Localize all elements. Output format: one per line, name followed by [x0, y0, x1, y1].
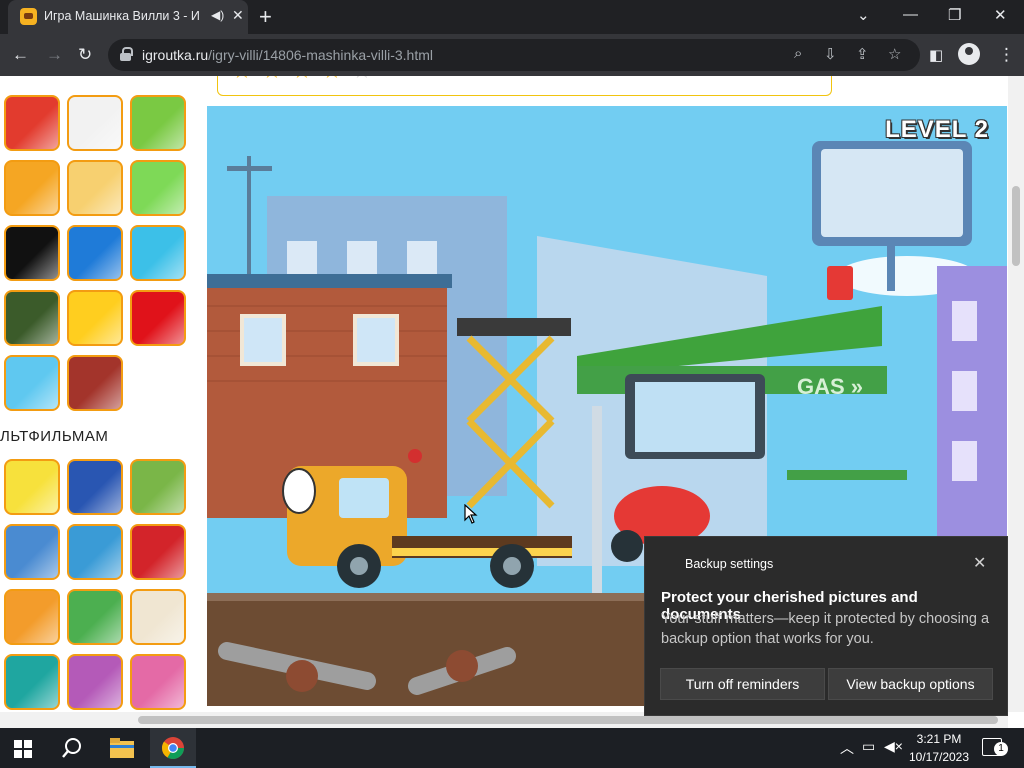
rating-star-icon[interactable]: ★	[232, 76, 252, 84]
turn-off-reminders-button[interactable]: Turn off reminders	[660, 668, 825, 700]
close-tab-icon[interactable]: ✕	[232, 7, 244, 24]
game-thumbnail-among-us[interactable]	[130, 290, 186, 346]
rating-star-icon[interactable]: ★	[352, 76, 372, 84]
rating-star-icon[interactable]: ★	[322, 76, 342, 84]
network-icon[interactable]: ▭	[862, 738, 875, 755]
game-thumbnail-pop-it[interactable]	[4, 355, 60, 411]
game-thumbnail-paw-patrol[interactable]	[130, 459, 186, 515]
game-thumbnail-cartoon-network[interactable]	[4, 225, 60, 281]
windows-taskbar: ︿ ▭ ◀× 3:21 PM 10/17/2023 1	[0, 728, 1024, 768]
horizontal-scroll-thumb[interactable]	[138, 716, 998, 724]
browser-toolbar: ← → ↻ igroutka.ru/igry-villi/14806-mashi…	[0, 34, 1024, 76]
share-icon[interactable]: ⇪	[856, 45, 869, 63]
chrome-taskbar-button[interactable]	[150, 728, 196, 768]
gas-sign-text: GAS »	[797, 374, 863, 399]
game-thumbnail-sonic[interactable]	[67, 459, 123, 515]
forward-arrow-icon[interactable]: →	[46, 45, 63, 65]
game-thumbnail-chef-hand[interactable]	[4, 160, 60, 216]
windows-start-icon[interactable]	[14, 740, 32, 758]
game-thumbnail-angry-bird-red[interactable]	[67, 355, 123, 411]
search-zoom-icon[interactable]: ⌕	[794, 45, 802, 62]
backup-notification-toast: Backup settings ✕ Protect your cherished…	[644, 536, 1008, 716]
game-thumbnail-adam-and-eve[interactable]	[67, 160, 123, 216]
game-thumbnail-tom-and-jerry[interactable]	[67, 524, 123, 580]
game-thumbnail-wheely-car[interactable]	[130, 160, 186, 216]
game-thumbnail-angry-birds[interactable]	[4, 95, 60, 151]
clock-date[interactable]: 10/17/2023	[906, 750, 972, 764]
game-thumbnail-winx[interactable]	[130, 654, 186, 710]
game-thumbnail-spongebob[interactable]	[4, 459, 60, 515]
chrome-icon	[161, 737, 184, 759]
speaker-icon[interactable]: ◀)	[211, 8, 224, 22]
volume-muted-icon[interactable]: ◀×	[884, 738, 903, 755]
game-thumbnail-cars-mcqueen[interactable]	[130, 524, 186, 580]
level-indicator: LEVEL 2	[885, 116, 989, 143]
address-bar[interactable]: igroutka.ru/igry-villi/14806-mashinka-vi…	[108, 39, 920, 71]
section-title: ЛЬТФИЛЬМАМ	[0, 428, 109, 445]
game-thumbnail-panda[interactable]	[67, 95, 123, 151]
profile-avatar-icon[interactable]	[958, 43, 980, 65]
search-icon[interactable]	[61, 737, 83, 759]
game-thumbnail-army-soldier[interactable]	[4, 290, 60, 346]
lock-icon[interactable]	[120, 47, 133, 61]
minimize-window-icon[interactable]: —	[903, 6, 918, 23]
game-thumbnail-naruto[interactable]	[4, 589, 60, 645]
new-tab-button[interactable]: +	[259, 4, 272, 30]
game-thumbnail-gravity-falls[interactable]	[4, 524, 60, 580]
side-panel-icon[interactable]: ◧	[929, 46, 943, 64]
mouse-cursor-icon	[464, 504, 478, 524]
browser-tab-active[interactable]: Игра Машинка Вилли 3 - И ◀) ✕	[8, 0, 248, 34]
game-thumbnail-brawl-stars[interactable]	[67, 290, 123, 346]
back-arrow-icon[interactable]: ←	[12, 45, 29, 65]
game-thumbnail-disney-channel[interactable]	[67, 225, 123, 281]
toast-body: Your stuff matters—keep it protected by …	[661, 611, 990, 647]
rating-card: ★ ★ ★ ★ ★	[217, 76, 832, 96]
rating-star-icon[interactable]: ★	[262, 76, 282, 84]
game-thumbnail-equestria-girls[interactable]	[67, 654, 123, 710]
rating-star-icon[interactable]: ★	[292, 76, 312, 84]
clock-time[interactable]: 3:21 PM	[906, 732, 972, 746]
close-window-icon[interactable]: ✕	[994, 6, 1007, 24]
game-thumbnail-fixiki[interactable]	[130, 589, 186, 645]
toast-close-icon[interactable]: ✕	[973, 553, 986, 573]
install-app-icon[interactable]: ⇩	[824, 45, 837, 63]
restore-window-icon[interactable]: ❐	[948, 6, 961, 24]
game-thumbnail-cut-the-rope[interactable]	[130, 95, 186, 151]
browser-tab-strip: Игра Машинка Вилли 3 - И ◀) ✕ + ⌄ — ❐ ✕	[0, 0, 1024, 34]
tab-title: Игра Машинка Вилли 3 - И	[44, 9, 200, 23]
vertical-scrollbar[interactable]	[1008, 76, 1024, 712]
game-thumbnail-gem-match[interactable]	[130, 225, 186, 281]
vertical-scroll-thumb[interactable]	[1012, 186, 1020, 266]
tab-search-chevron-icon[interactable]: ⌄	[857, 6, 870, 24]
toast-app-name: Backup settings	[685, 557, 774, 571]
reload-icon[interactable]: ↻	[78, 45, 92, 65]
show-hidden-icons-chevron-icon[interactable]: ︿	[840, 738, 854, 758]
bookmark-star-icon[interactable]: ☆	[888, 45, 901, 63]
site-favicon-icon	[20, 8, 37, 25]
view-backup-options-button[interactable]: View backup options	[828, 668, 993, 700]
game-thumbnail-perry-platypus[interactable]	[4, 654, 60, 710]
url-text[interactable]: igroutka.ru/igry-villi/14806-mashinka-vi…	[142, 47, 433, 63]
game-thumbnail-scooby-doo[interactable]	[67, 589, 123, 645]
file-explorer-icon[interactable]	[110, 738, 134, 758]
kebab-menu-icon[interactable]: ⋮	[998, 45, 1015, 65]
notification-count-badge: 1	[994, 742, 1008, 756]
